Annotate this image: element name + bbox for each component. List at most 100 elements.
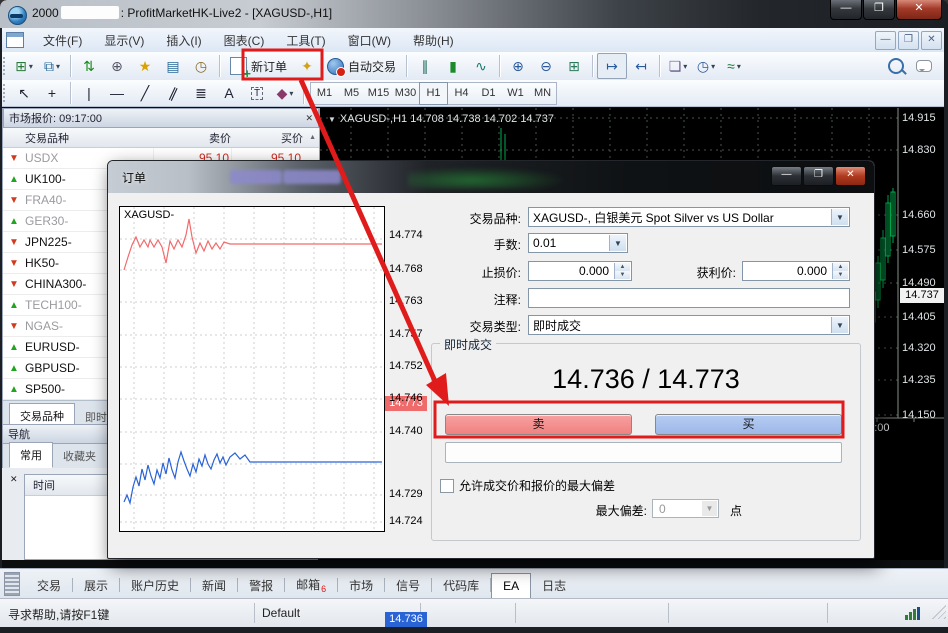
child-close-button[interactable]: ✕	[921, 31, 942, 50]
menu-显示(V)[interactable]: 显示(V)	[93, 29, 155, 52]
profiles-icon[interactable]: ⧉▾	[38, 54, 66, 78]
timeframe-MN[interactable]: MN	[529, 83, 556, 104]
status-profile[interactable]: Default	[262, 606, 300, 620]
line-chart-icon[interactable]: ∿	[467, 54, 495, 78]
candlestick-icon[interactable]: ▮	[439, 54, 467, 78]
panel-close-icon[interactable]: ✕	[305, 113, 313, 124]
timeframe-M15[interactable]: M15	[365, 83, 392, 104]
new-chart-icon[interactable]: ⊞▾	[10, 54, 38, 78]
autotrade-button[interactable]: 自动交易	[321, 54, 402, 78]
timeframe-M5[interactable]: M5	[338, 83, 365, 104]
vline-icon[interactable]: |	[75, 81, 103, 105]
chevron-down-icon[interactable]: ▾	[56, 62, 60, 71]
child-minimize-button[interactable]: —	[875, 31, 896, 50]
toolbar-grip[interactable]	[2, 83, 7, 103]
nav-tab-收藏夹[interactable]: 收藏夹	[53, 444, 106, 468]
trendline-icon[interactable]: ╱	[131, 81, 159, 105]
new-order-button[interactable]: + 新订单	[224, 54, 293, 78]
chevron-down-icon[interactable]: ▼	[831, 317, 848, 333]
bottom-tab-展示[interactable]: 展示	[73, 572, 119, 599]
channel-icon[interactable]: ∥	[159, 81, 187, 105]
bottom-tab-交易[interactable]: 交易	[26, 572, 72, 599]
menu-帮助(H)[interactable]: 帮助(H)	[402, 29, 465, 52]
bottom-tab-账户历史[interactable]: 账户历史	[120, 572, 190, 599]
metaeditor-icon[interactable]: ✦	[293, 54, 321, 78]
target-icon[interactable]: ⊕	[103, 54, 131, 78]
autoscroll-icon[interactable]: ↤	[627, 54, 655, 78]
hline-icon[interactable]: —	[103, 81, 131, 105]
volume-select[interactable]: 0.01▼	[528, 233, 628, 253]
timeframe-D1[interactable]: D1	[475, 83, 502, 104]
symbol-select[interactable]: XAGUSD-, 白银美元 Spot Silver vs US Dollar▼	[528, 207, 850, 227]
tile-windows-icon[interactable]: ⊞	[560, 54, 588, 78]
scroll-up-icon[interactable]: ▲	[309, 134, 316, 141]
buy-button[interactable]: 买	[655, 414, 842, 435]
bottom-tab-警报[interactable]: 警报	[238, 572, 284, 599]
chevron-down-icon[interactable]: ▾	[289, 89, 293, 98]
fibonacci-icon[interactable]: ≣	[187, 81, 215, 105]
market-watch-title[interactable]: 市场报价: 09:17:00 ✕	[3, 108, 319, 128]
quotes-arrows-icon[interactable]: ⇅	[75, 54, 103, 78]
takeprofit-input[interactable]: 0.000 ▲▼	[742, 261, 850, 281]
bottom-tab-代码库[interactable]: 代码库	[432, 572, 490, 599]
menu-图表(C)[interactable]: 图表(C)	[213, 29, 276, 52]
timeframe-H1[interactable]: H1	[419, 82, 448, 105]
bottom-tab-信号[interactable]: 信号	[385, 572, 431, 599]
shapes-icon[interactable]: ◆▾	[271, 81, 299, 105]
history-center-icon[interactable]: ◷	[187, 54, 215, 78]
spin-up-icon[interactable]: ▲	[833, 263, 848, 271]
comment-input[interactable]	[528, 288, 850, 308]
bottom-tab-邮箱[interactable]: 邮箱6	[285, 571, 337, 599]
maximize-button[interactable]: ❐	[863, 0, 895, 20]
chevron-down-icon[interactable]: ▾	[737, 62, 741, 71]
sell-button[interactable]: 卖	[445, 414, 632, 435]
chart-collapse-icon[interactable]: ▼	[328, 115, 336, 124]
menu-文件(F)[interactable]: 文件(F)	[32, 29, 93, 52]
bottom-tab-日志[interactable]: 日志	[531, 572, 577, 599]
timeframe-M1[interactable]: M1	[311, 83, 338, 104]
dialog-maximize-button[interactable]: ❐	[803, 166, 834, 186]
chevron-down-icon[interactable]: ▾	[683, 62, 687, 71]
menu-插入(I)[interactable]: 插入(I)	[155, 29, 212, 52]
zoom-out-icon[interactable]: ⊖	[532, 54, 560, 78]
dialog-close-button[interactable]: ✕	[835, 166, 866, 186]
dialog-minimize-button[interactable]: —	[771, 166, 802, 186]
terminal-grip-icon[interactable]	[4, 572, 20, 596]
data-window-icon[interactable]: ▤	[159, 54, 187, 78]
timeframe-M30[interactable]: M30	[392, 83, 419, 104]
zoom-in-icon[interactable]: ⊕	[504, 54, 532, 78]
spin-down-icon[interactable]: ▼	[833, 271, 848, 279]
bar-chart-icon[interactable]: ∥	[411, 54, 439, 78]
order-dialog-titlebar[interactable]: 订单 — ❐ ✕	[108, 161, 874, 193]
periods-icon[interactable]: ◷▾	[692, 54, 720, 78]
resize-grip[interactable]	[932, 605, 946, 619]
text-icon[interactable]: A	[215, 81, 243, 105]
indicators-icon[interactable]: ≈▾	[720, 54, 748, 78]
terminal-close-icon[interactable]: ✕	[10, 474, 18, 485]
timeframe-H4[interactable]: H4	[448, 83, 475, 104]
search-icon[interactable]	[882, 54, 910, 78]
col-buy[interactable]: 买价	[231, 130, 303, 146]
menu-工具(T)[interactable]: 工具(T)	[275, 29, 336, 52]
chevron-down-icon[interactable]: ▾	[711, 62, 715, 71]
chevron-down-icon[interactable]: ▼	[831, 209, 848, 225]
timeframe-W1[interactable]: W1	[502, 83, 529, 104]
cursor-icon[interactable]: ↖	[10, 81, 38, 105]
col-sell[interactable]: 卖价	[153, 130, 231, 146]
templates-icon[interactable]: ❏▾	[664, 54, 692, 78]
menu-窗口(W)[interactable]: 窗口(W)	[337, 29, 402, 52]
nav-tab-常用[interactable]: 常用	[9, 442, 53, 468]
shift-chart-icon[interactable]: ↦	[597, 53, 627, 79]
minimize-button[interactable]: —	[830, 0, 862, 20]
chevron-down-icon[interactable]: ▼	[609, 235, 626, 251]
bottom-tab-EA[interactable]: EA	[491, 573, 531, 599]
chevron-down-icon[interactable]: ▾	[29, 62, 33, 71]
col-symbol[interactable]: 交易品种	[3, 130, 153, 146]
close-button[interactable]: ✕	[896, 0, 942, 20]
order-type-select[interactable]: 即时成交▼	[528, 315, 850, 335]
max-deviation-select[interactable]: 0 ▼	[652, 499, 719, 518]
bottom-tab-新闻[interactable]: 新闻	[191, 572, 237, 599]
bottom-tab-市场[interactable]: 市场	[338, 572, 384, 599]
toolbar-grip[interactable]	[2, 56, 7, 76]
deviation-checkbox[interactable]	[440, 479, 454, 493]
